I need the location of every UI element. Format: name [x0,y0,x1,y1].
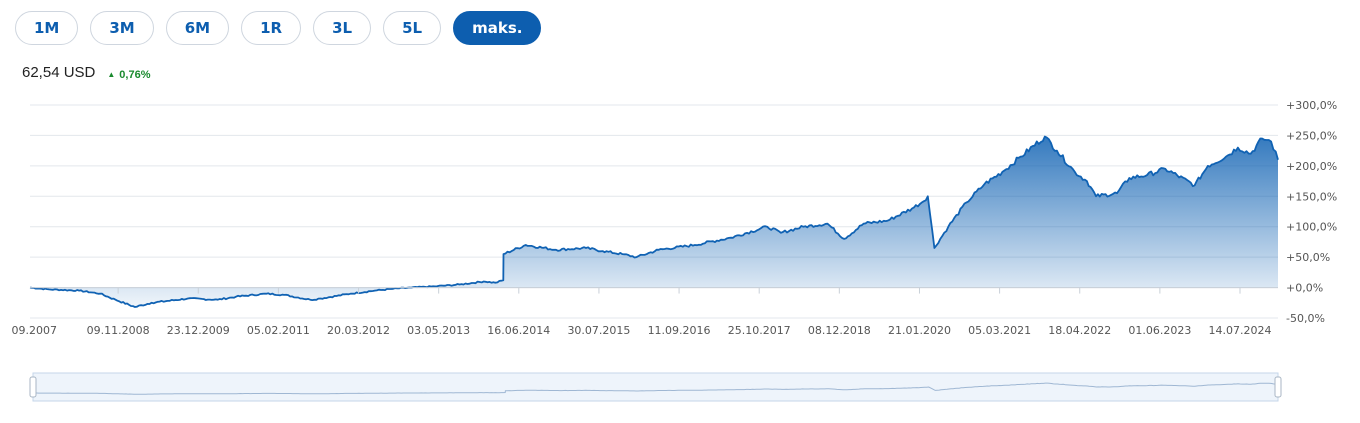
series-area [30,136,1278,307]
area-layer [29,135,1279,308]
y-tick-label: -50,0% [1286,312,1325,325]
change-value: 0,76% [119,68,151,81]
navigator-handle-right[interactable] [1274,376,1282,398]
x-tick-label: 18.04.2022 [1048,324,1111,337]
range-button-1m[interactable]: 1M [15,11,79,45]
change-badge: ▲ 0,76% [107,69,150,81]
arrow-up-icon: ▲ [107,70,116,79]
x-tick-label: 11.09.2016 [648,324,711,337]
navigator-handle-left[interactable] [29,376,37,398]
y-tick-label: +50,0% [1286,251,1330,264]
x-tick-label: 03.05.2013 [407,324,470,337]
range-button-3m[interactable]: 3M [90,11,154,45]
x-tick-label: 08.12.2018 [808,324,871,337]
y-tick-label: +150,0% [1286,190,1337,203]
x-tick-label: 01.06.2023 [1128,324,1191,337]
navigator-window[interactable] [32,372,1279,402]
x-tick-label: 23.12.2009 [167,324,230,337]
price-value: 62,54 USD [22,64,96,81]
x-tick-label: 09.11.2008 [87,324,150,337]
y-tick-label: +100,0% [1286,221,1337,234]
x-tick-label: 09.2007 [12,324,58,337]
range-button-maks[interactable]: maks. [453,11,542,45]
x-tick-label: 21.01.2020 [888,324,951,337]
navigator[interactable] [29,372,1282,402]
range-button-6m[interactable]: 6M [165,11,230,45]
x-tick-label: 20.03.2012 [327,324,390,337]
quote-summary: 62,54 USD ▲ 0,76% [22,64,151,81]
y-axis: -50,0% +0,0% +50,0% +100,0% +150,0% +200,0% +2… [1286,99,1337,325]
x-tick-label: 14.07.2024 [1209,324,1272,337]
x-tick-label: 05.03.2021 [968,324,1031,337]
y-tick-label: +300,0% [1286,99,1337,112]
x-tick-label: 16.06.2014 [487,324,550,337]
range-button-1r[interactable]: 1R [241,11,302,45]
x-tick-label: 25.10.2017 [728,324,791,337]
y-tick-label: +250,0% [1286,129,1337,142]
range-selector: 1M 3M 6M 1R 3L 5L maks. [15,11,542,45]
x-tick-label: 30.07.2015 [567,324,630,337]
range-button-5l[interactable]: 5L [383,11,442,45]
performance-chart: -50,0% +0,0% +50,0% +100,0% +150,0% +200,0% +2… [12,99,1337,402]
x-tick-label: 05.02.2011 [247,324,310,337]
range-button-3l[interactable]: 3L [313,11,372,45]
y-tick-label: +0,0% [1286,282,1323,295]
y-tick-label: +200,0% [1286,160,1337,173]
